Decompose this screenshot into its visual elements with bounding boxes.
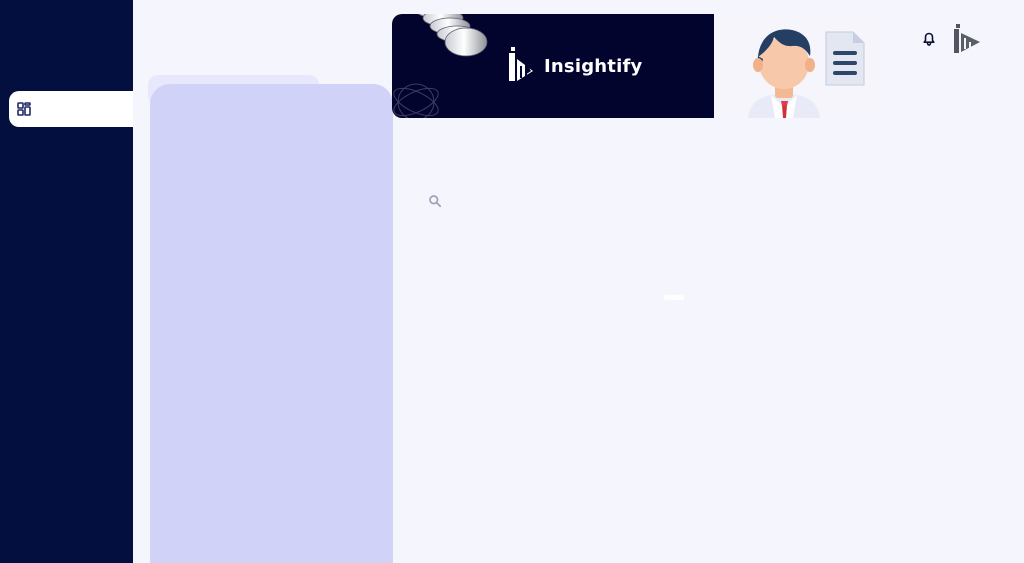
loading-indicator [664, 295, 684, 300]
orbit-decoration [393, 83, 439, 118]
coil-decoration [418, 14, 488, 57]
sidebar [0, 0, 133, 563]
search-input[interactable] [448, 191, 708, 211]
sidebar-item-dashboard[interactable] [9, 91, 133, 127]
hero-dark-panel: Insightify [392, 14, 714, 118]
search-bar[interactable] [426, 188, 726, 214]
subpanel [150, 84, 393, 563]
brand-logo [509, 47, 533, 81]
search-icon [429, 195, 442, 208]
document-icon [825, 31, 865, 86]
brand-name: Insightify [544, 56, 643, 77]
dashboard-icon [17, 102, 31, 116]
bell-icon[interactable] [922, 32, 936, 46]
app-window: Insightify [0, 0, 1024, 563]
person-illustration [748, 29, 820, 118]
top-actions [918, 22, 984, 56]
hero-banner: Insightify [392, 14, 881, 118]
profile-logo[interactable] [953, 24, 981, 54]
